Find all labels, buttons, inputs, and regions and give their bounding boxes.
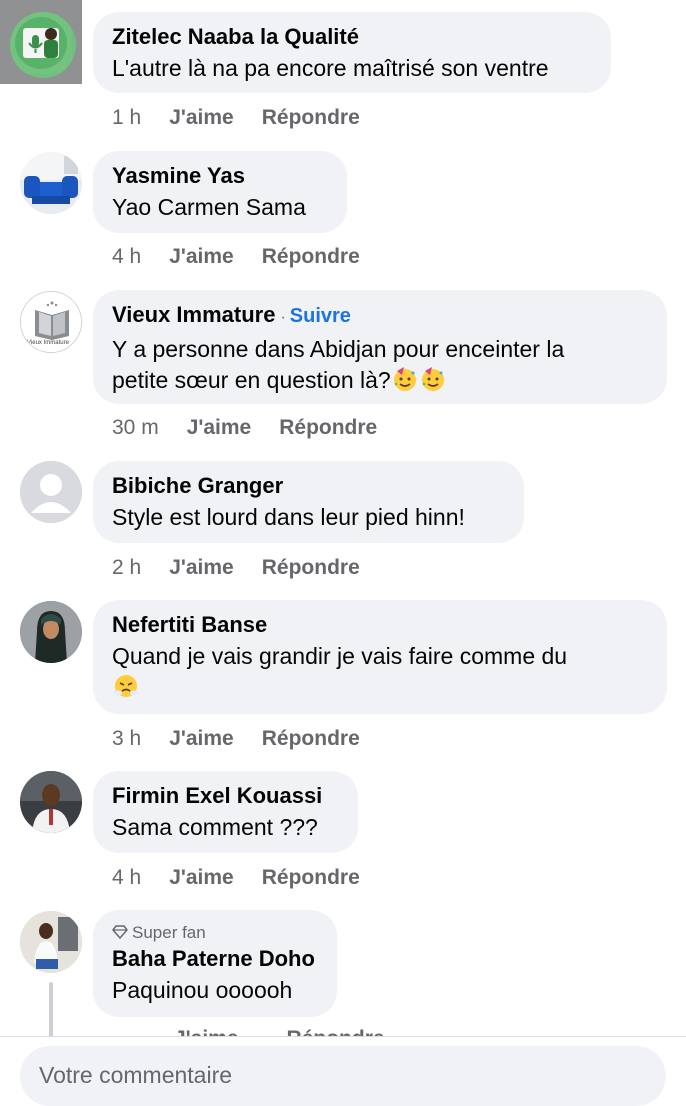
like-button[interactable]: J'aime (169, 106, 234, 129)
party-face-emoji (393, 367, 416, 391)
comment-bubble[interactable]: Nefertiti Banse Quand je vais grandir je… (93, 600, 667, 714)
like-button[interactable]: J'aime (169, 556, 234, 579)
author-name[interactable]: Nefertiti Banse (112, 611, 648, 639)
default-avatar-icon (20, 461, 82, 523)
author-name[interactable]: Firmin Exel Kouassi (112, 782, 339, 810)
reply-button[interactable]: Répondre (262, 106, 360, 129)
avatar[interactable] (20, 771, 82, 833)
avatar[interactable] (20, 152, 82, 214)
comment-bubble[interactable]: Firmin Exel Kouassi Sama comment ??? (93, 771, 358, 853)
comment-actions: 4 h J'aime Répondre (112, 244, 388, 270)
avatar-image (20, 152, 82, 214)
like-button[interactable]: J'aime (169, 866, 234, 889)
comment-text-line1: Quand je vais grandir je vais faire comm… (112, 643, 568, 669)
like-button[interactable]: J'aime (169, 245, 234, 268)
comment-input[interactable]: Votre commentaire (20, 1046, 666, 1106)
author-name[interactable]: Baha Paterne Doho (112, 945, 318, 973)
avatar[interactable] (20, 461, 82, 523)
comment-actions: 4 h J'aime Répondre (112, 865, 388, 891)
reply-button[interactable]: Répondre (262, 556, 360, 579)
comment-text: Paquinou oooooh (112, 977, 293, 1003)
avatar[interactable] (20, 911, 82, 973)
like-button[interactable]: J'aime (187, 416, 252, 439)
thread-line (49, 982, 53, 1042)
super-fan-badge[interactable]: Super fan (112, 922, 318, 944)
comment-text: L'autre là na pa encore maîtrisé son ven… (112, 55, 549, 81)
comment-bubble[interactable]: Vieux Immature · Suivre Y a personne dans … (93, 290, 667, 404)
avatar[interactable] (10, 12, 76, 78)
timestamp[interactable]: 4 h (112, 245, 141, 268)
comment-bubble[interactable]: Bibiche Granger Style est lourd dans leu… (93, 461, 524, 543)
reply-button[interactable]: Répondre (262, 727, 360, 750)
comment-text: Quand je vais grandir je vais faire comm… (112, 641, 648, 703)
comment-actions: 1 h J'aime Répondre (112, 105, 388, 131)
reply-button[interactable]: Répondre (262, 866, 360, 889)
reply-button[interactable]: Répondre (262, 245, 360, 268)
avatar-image (20, 601, 82, 663)
comment-bubble[interactable]: Yasmine Yas Yao Carmen Sama (93, 151, 347, 233)
like-button[interactable]: J'aime (169, 727, 234, 750)
avatar-image (20, 771, 82, 833)
avatar-image (20, 911, 82, 973)
party-face-emoji (421, 367, 444, 391)
diamond-icon (112, 925, 128, 940)
comment-bubble[interactable]: Zitelec Naaba la Qualité L'autre là na p… (93, 12, 611, 93)
comment-input-placeholder: Votre commentaire (39, 1062, 233, 1088)
avatar[interactable] (20, 601, 82, 663)
timestamp[interactable]: 1 h (112, 106, 141, 129)
author-name[interactable]: Yasmine Yas (112, 162, 328, 190)
timestamp[interactable]: 30 m (112, 416, 159, 439)
timestamp[interactable]: 2 h (112, 556, 141, 579)
author-name[interactable]: Bibiche Granger (112, 472, 505, 500)
author-name[interactable]: Vieux Immature (112, 302, 275, 327)
timestamp[interactable]: 4 h (112, 866, 141, 889)
comment-actions: 30 m J'aime Répondre (112, 415, 405, 441)
steam-nose-emoji (114, 675, 138, 697)
avatar[interactable]: Vieux Immature (20, 291, 82, 353)
separator-dot: · (280, 309, 286, 326)
author-name[interactable]: Zitelec Naaba la Qualité (112, 23, 592, 51)
comment-text: Y a personne dans Abidjan pour enceinter… (112, 334, 648, 396)
comment-actions: 2 h J'aime Répondre (112, 555, 388, 581)
comment-text-line1: Y a personne dans Abidjan pour enceinter… (112, 336, 565, 362)
comment-text: Yao Carmen Sama (112, 194, 306, 220)
comment-bubble[interactable]: Super fan Baha Paterne Doho Paquinou ooo… (93, 910, 337, 1017)
badge-label: Super fan (132, 923, 206, 942)
avatar-image (10, 12, 72, 74)
reply-button[interactable]: Répondre (279, 416, 377, 439)
comment-text-line2: petite sœur en question là? (112, 367, 391, 393)
avatar-caption: Vieux Immature (27, 340, 69, 346)
author-line: Vieux Immature · Suivre (112, 301, 648, 332)
comment-text: Style est lourd dans leur pied hinn! (112, 504, 465, 530)
follow-button[interactable]: Suivre (290, 305, 351, 327)
timestamp[interactable]: 3 h (112, 727, 141, 750)
comment-text: Sama comment ??? (112, 814, 318, 840)
comment-actions: 3 h J'aime Répondre (112, 726, 388, 752)
